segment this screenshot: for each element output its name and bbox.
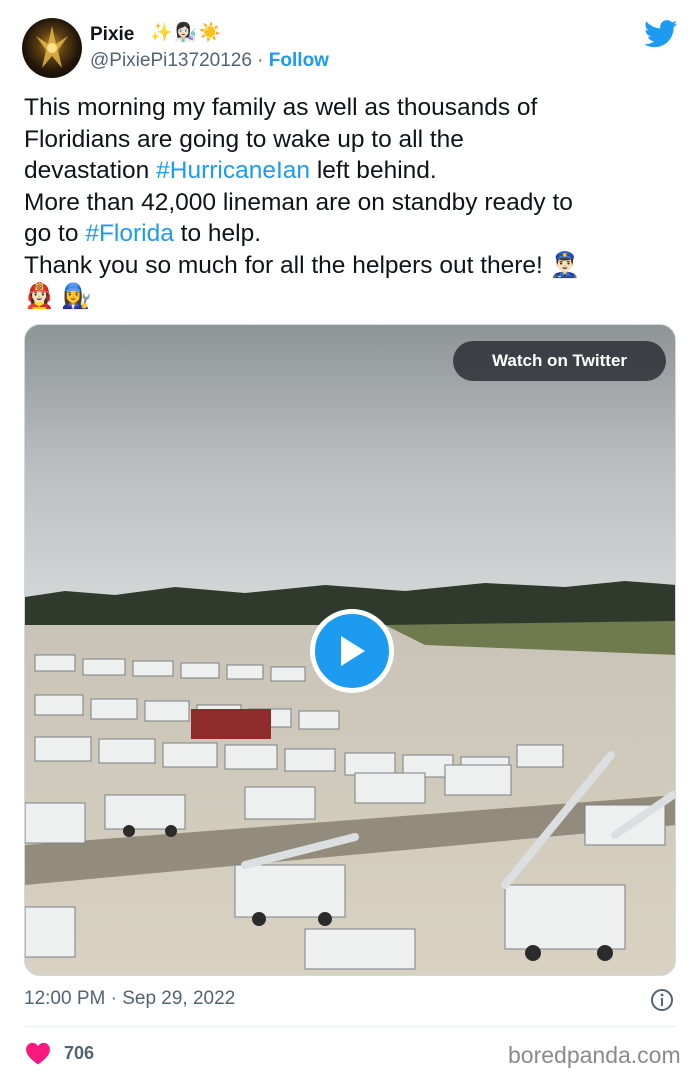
separator: · [251, 50, 269, 71]
divider [24, 1026, 676, 1027]
tweet-text: This morning my family as well as thousa… [24, 92, 684, 313]
tweet-text-segment: 👩🏻‍🚒 👩‍🔧 [24, 283, 92, 310]
handle-row: @PixiePi13720126 · Follow [90, 50, 329, 72]
hashtag-link[interactable]: #Florida [85, 220, 174, 247]
tweet-text-line: Floridians are going to wake up to all t… [24, 124, 684, 156]
tweet-text-segment: Floridians are going to wake up to all t… [24, 125, 464, 153]
tweet-text-segment: left behind. [310, 157, 437, 184]
heart-icon[interactable] [25, 1041, 51, 1065]
info-icon[interactable] [650, 988, 674, 1012]
tweet-text-line: 👩🏻‍🚒 👩‍🔧 [24, 281, 684, 313]
tweet-text-line: Thank you so much for all the helpers ou… [24, 250, 684, 282]
tweet-card: Pixie ✨👩🏻‍🔬☀️ @PixiePi13720126 · Follow … [0, 0, 700, 1080]
tweet-timestamp[interactable]: 12:00 PM · Sep 29, 2022 [24, 988, 235, 1010]
tweet-text-line: go to #Florida to help. [24, 218, 684, 250]
tweet-text-line: devastation #HurricaneIan left behind. [24, 155, 684, 187]
avatar[interactable] [22, 18, 82, 78]
watch-on-twitter-button[interactable]: Watch on Twitter [453, 341, 666, 381]
tweet-text-segment: go to [24, 220, 86, 247]
play-button[interactable] [310, 609, 394, 693]
tweet-text-segment: More than 42,000 lineman are on standby … [24, 188, 573, 216]
tweet-text-segment: to help. [173, 220, 262, 247]
display-name[interactable]: Pixie [90, 24, 134, 46]
twitter-bird-icon[interactable] [644, 20, 678, 48]
follow-button[interactable]: Follow [269, 50, 329, 71]
play-icon [341, 636, 365, 666]
tweet-text-line: This morning my family as well as thousa… [24, 92, 684, 124]
tweet-text-line: More than 42,000 lineman are on standby … [24, 187, 684, 219]
name-emoji: ✨👩🏻‍🔬☀️ [150, 22, 224, 42]
watermark: boredpanda.com [508, 1042, 681, 1068]
tweet-video[interactable]: Watch on Twitter [24, 324, 676, 976]
like-count: 706 [64, 1043, 95, 1063]
tweet-text-segment: Thank you so much for all the helpers ou… [24, 251, 581, 279]
hashtag-link[interactable]: #HurricaneIan [156, 157, 310, 184]
tweet-text-segment: This morning my family as well as thousa… [24, 94, 538, 121]
handle[interactable]: @PixiePi13720126 [90, 50, 252, 71]
tweet-text-segment: devastation [24, 157, 157, 184]
